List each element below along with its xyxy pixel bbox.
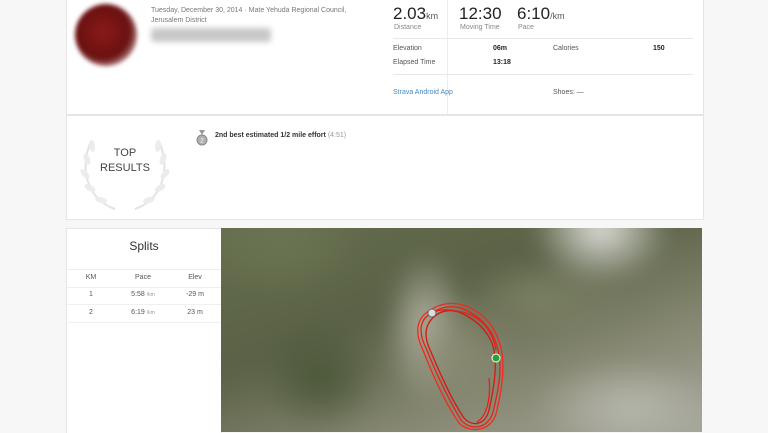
row-divider	[67, 322, 221, 323]
split-2-pace: 6:19 /km	[119, 309, 167, 316]
distance-stat: 2.03km	[393, 4, 438, 24]
row-divider	[67, 304, 221, 305]
route-line	[420, 306, 501, 428]
route-overlay	[417, 302, 504, 431]
route-map[interactable]	[221, 228, 702, 432]
activity-location: Jerusalem District	[151, 17, 207, 24]
stats-divider	[393, 38, 693, 39]
split-1-pace-value: 5:58	[131, 291, 145, 298]
elevation-label: Elevation	[393, 45, 422, 52]
pace-stat: 6:10/km	[517, 4, 565, 24]
route-start-marker	[491, 353, 501, 363]
top-results-card: TOP RESULTS 2 2nd best estimated 1/2 mil…	[66, 115, 704, 220]
elapsed-time-label: Elapsed Time	[393, 59, 436, 66]
split-1-elev: -29 m	[186, 291, 204, 298]
split-1-pace-unit: /km	[146, 292, 155, 298]
details-divider	[393, 74, 693, 75]
top-results-badge: TOP RESULTS	[79, 146, 171, 176]
pace-value: 6:10	[517, 4, 551, 23]
splits-title: Splits	[129, 239, 159, 253]
activity-title-blurred	[151, 28, 271, 42]
distance-unit: km	[426, 11, 439, 21]
badge-line-2: RESULTS	[100, 162, 150, 174]
calories-value: 150	[653, 45, 665, 52]
route-end-marker	[427, 308, 437, 318]
medal-icon: 2	[196, 130, 208, 146]
pace-label: Pace	[518, 24, 534, 31]
route-line	[417, 302, 504, 431]
split-2-km: 2	[89, 309, 93, 316]
moving-time-label: Moving Time	[460, 24, 500, 31]
moving-time-value: 12:30	[459, 4, 502, 23]
pace-unit: /km	[550, 11, 565, 21]
split-1-km: 1	[89, 291, 93, 298]
activity-summary-card: Tuesday, December 30, 2014 · Mate Yehuda…	[66, 0, 704, 115]
distance-label: Distance	[394, 24, 422, 31]
elevation-value: 06m	[493, 45, 508, 52]
elapsed-time-value: 13:18	[493, 59, 511, 66]
shoes-label: Shoes: —	[553, 89, 584, 96]
calories-label: Calories	[553, 45, 579, 52]
card-divider	[447, 0, 448, 114]
split-2-pace-value: 6:19	[131, 309, 145, 316]
split-1-pace: 5:58 /km	[119, 291, 167, 298]
header-pace: Pace	[135, 274, 151, 281]
effort-text: 2nd best estimated 1/2 mile effort	[215, 132, 326, 139]
device-link[interactable]: Strava Android App	[393, 89, 453, 96]
effort-time: (4:51)	[327, 132, 347, 139]
splits-header-row: KM Pace Elev	[67, 269, 221, 288]
athlete-avatar[interactable]	[75, 4, 137, 66]
split-2-pace-unit: /km	[146, 310, 155, 316]
header-elev: Elev	[188, 274, 202, 281]
distance-value: 2.03	[393, 4, 427, 23]
badge-line-1: TOP	[113, 147, 137, 159]
header-km: KM	[85, 274, 97, 281]
route-line	[425, 309, 496, 425]
route-line	[432, 309, 497, 423]
splits-table: Splits KM Pace Elev 1 5:58 /km -29 m 2 6…	[66, 228, 222, 433]
split-2-elev: 23 m	[187, 309, 203, 316]
effort-achievement[interactable]: 2nd best estimated 1/2 mile effort (4:51…	[215, 132, 346, 139]
activity-date-location: Tuesday, December 30, 2014 · Mate Yehuda…	[151, 6, 371, 26]
activity-date: Tuesday, December 30, 2014 · Mate Yehuda…	[151, 7, 347, 14]
